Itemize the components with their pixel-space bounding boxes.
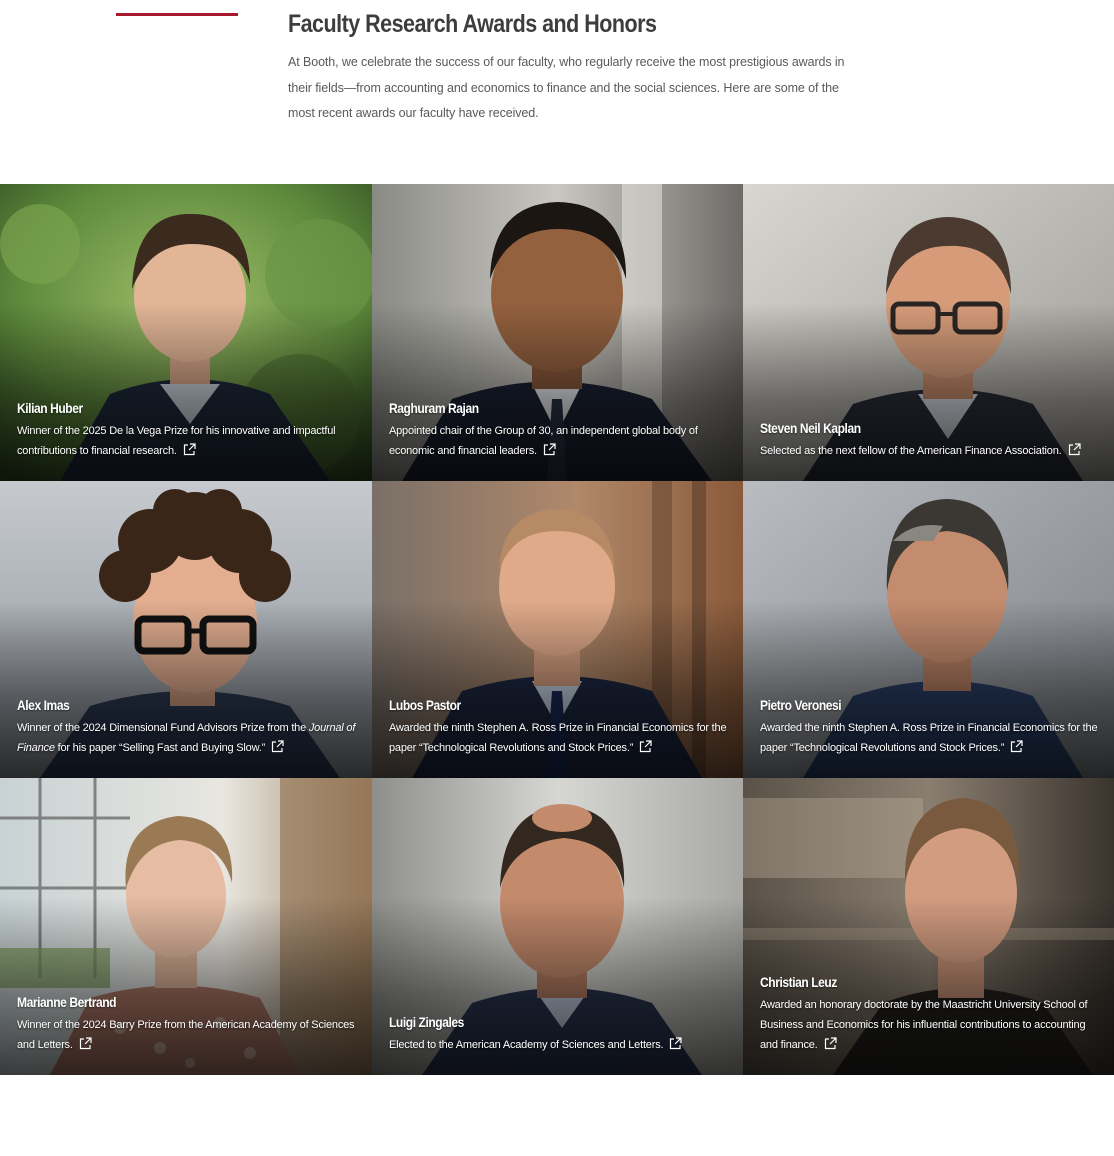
card-caption: Pietro Veronesi Awarded the ninth Stephe… <box>760 697 1098 758</box>
award-text: Winner of the 2024 Barry Prize from the … <box>17 1019 355 1051</box>
card-caption: Lubos Pastor Awarded the ninth Stephen A… <box>389 697 727 758</box>
card-caption: Luigi Zingales Elected to the American A… <box>389 1014 727 1055</box>
faculty-name: Lubos Pastor <box>389 697 461 713</box>
award-text: Awarded an honorary doctorate by the Maa… <box>760 999 1088 1051</box>
faculty-name: Marianne Bertrand <box>17 994 117 1010</box>
faculty-award: Awarded the ninth Stephen A. Ross Prize … <box>760 718 1098 758</box>
faculty-card-kilian-huber[interactable]: Kilian Huber Winner of the 2025 De la Ve… <box>0 184 372 481</box>
external-link-icon[interactable] <box>543 443 556 456</box>
faculty-card-pietro-veronesi[interactable]: Pietro Veronesi Awarded the ninth Stephe… <box>743 481 1114 778</box>
external-link-icon[interactable] <box>79 1037 92 1050</box>
card-caption: Marianne Bertrand Winner of the 2024 Bar… <box>17 994 356 1055</box>
card-caption: Raghuram Rajan Appointed chair of the Gr… <box>389 400 727 461</box>
external-link-icon[interactable] <box>669 1037 682 1050</box>
faculty-award: Awarded an honorary doctorate by the Maa… <box>760 995 1098 1055</box>
faculty-award: Winner of the 2024 Dimensional Fund Advi… <box>17 718 356 758</box>
faculty-card-steven-neil-kaplan[interactable]: Steven Neil Kaplan Selected as the next … <box>743 184 1114 481</box>
faculty-name: Alex Imas <box>17 697 70 713</box>
faculty-award: Winner of the 2025 De la Vega Prize for … <box>17 421 356 461</box>
external-link-icon[interactable] <box>639 740 652 753</box>
award-text: Winner of the 2025 De la Vega Prize for … <box>17 425 336 457</box>
award-text: Winner of the 2024 Dimensional Fund Advi… <box>17 722 309 734</box>
award-text: Awarded the ninth Stephen A. Ross Prize … <box>760 722 1098 754</box>
faculty-name: Kilian Huber <box>17 400 83 416</box>
page: Faculty Research Awards and Honors At Bo… <box>0 0 1114 1156</box>
faculty-grid: Kilian Huber Winner of the 2025 De la Ve… <box>0 184 1114 1075</box>
card-caption: Steven Neil Kaplan Selected as the next … <box>760 420 1098 461</box>
faculty-award: Appointed chair of the Group of 30, an i… <box>389 421 727 461</box>
award-text: Elected to the American Academy of Scien… <box>389 1039 664 1051</box>
accent-rule <box>116 13 238 16</box>
intro-section: Faculty Research Awards and Honors At Bo… <box>288 8 848 127</box>
external-link-icon[interactable] <box>271 740 284 753</box>
card-caption: Christian Leuz Awarded an honorary docto… <box>760 974 1098 1055</box>
external-link-icon[interactable] <box>183 443 196 456</box>
faculty-card-christian-leuz[interactable]: Christian Leuz Awarded an honorary docto… <box>743 778 1114 1075</box>
faculty-name: Christian Leuz <box>760 974 837 990</box>
faculty-award: Awarded the ninth Stephen A. Ross Prize … <box>389 718 727 758</box>
external-link-icon[interactable] <box>1010 740 1023 753</box>
card-caption: Alex Imas Winner of the 2024 Dimensional… <box>17 697 356 758</box>
faculty-name: Luigi Zingales <box>389 1014 464 1030</box>
faculty-award: Winner of the 2024 Barry Prize from the … <box>17 1015 356 1055</box>
faculty-card-marianne-bertrand[interactable]: Marianne Bertrand Winner of the 2024 Bar… <box>0 778 372 1075</box>
award-text: Selected as the next fellow of the Ameri… <box>760 445 1062 457</box>
card-caption: Kilian Huber Winner of the 2025 De la Ve… <box>17 400 356 461</box>
external-link-icon[interactable] <box>1068 443 1081 456</box>
faculty-card-raghuram-rajan[interactable]: Raghuram Rajan Appointed chair of the Gr… <box>372 184 743 481</box>
faculty-card-alex-imas[interactable]: Alex Imas Winner of the 2024 Dimensional… <box>0 481 372 778</box>
faculty-card-lubos-pastor[interactable]: Lubos Pastor Awarded the ninth Stephen A… <box>372 481 743 778</box>
faculty-name: Raghuram Rajan <box>389 400 479 416</box>
external-link-icon[interactable] <box>824 1037 837 1050</box>
faculty-name: Pietro Veronesi <box>760 697 842 713</box>
faculty-award: Elected to the American Academy of Scien… <box>389 1035 727 1055</box>
faculty-card-luigi-zingales[interactable]: Luigi Zingales Elected to the American A… <box>372 778 743 1075</box>
faculty-award: Selected as the next fellow of the Ameri… <box>760 441 1098 461</box>
page-title: Faculty Research Awards and Honors <box>288 10 657 38</box>
award-text: Awarded the ninth Stephen A. Ross Prize … <box>389 722 727 754</box>
intro-text: At Booth, we celebrate the success of ou… <box>288 55 845 120</box>
award-text: for his paper “Selling Fast and Buying S… <box>54 742 266 754</box>
faculty-name: Steven Neil Kaplan <box>760 420 861 436</box>
